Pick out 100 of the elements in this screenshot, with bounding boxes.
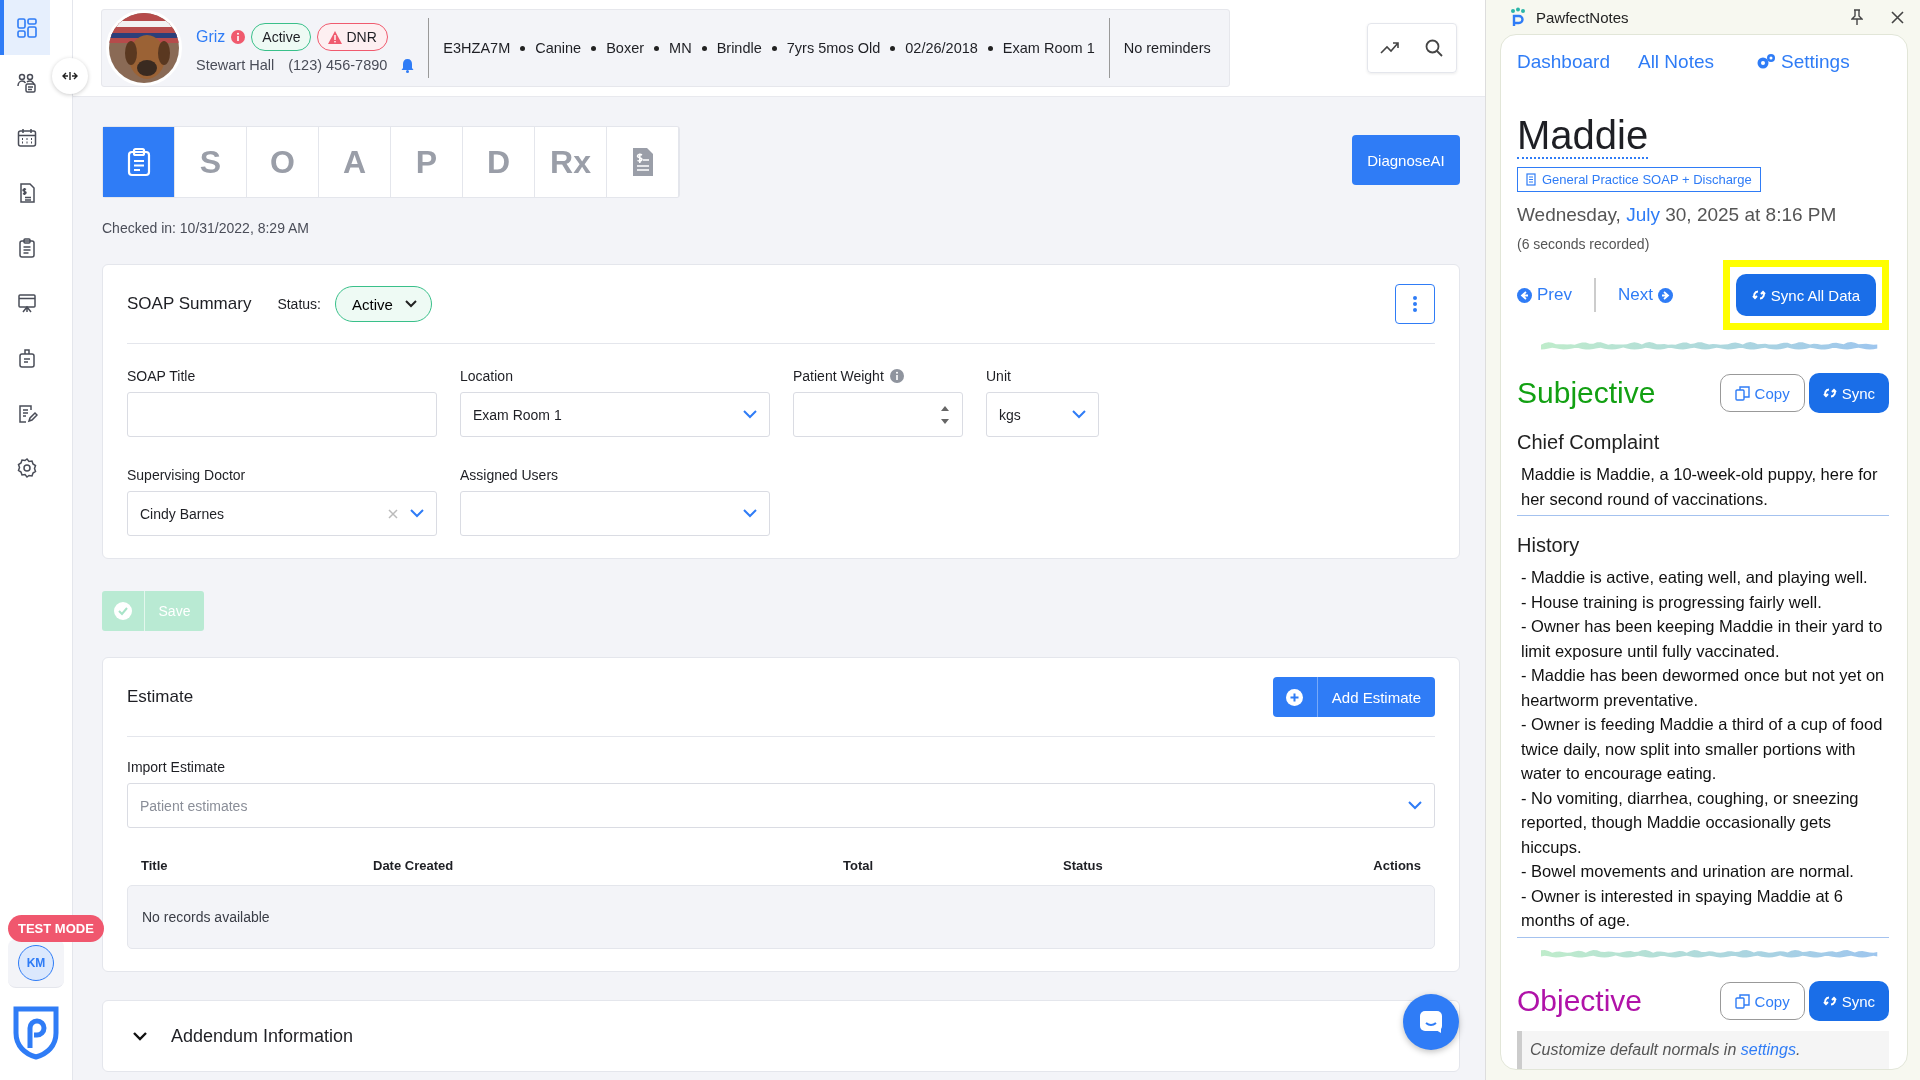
search-icon [1425, 39, 1443, 57]
soap-tab[interactable]: A [319, 127, 391, 197]
column-header: Status [1063, 858, 1104, 873]
field-label: Supervising Doctor [127, 467, 246, 483]
clipboard-bag-icon [16, 346, 38, 369]
info-icon [889, 369, 904, 383]
close-icon[interactable] [1891, 10, 1904, 24]
separator-dot [591, 45, 597, 51]
separator-dot [771, 45, 777, 51]
chevron-icon[interactable] [133, 1031, 147, 1041]
bell-icon [401, 57, 415, 73]
sync-button[interactable]: Sync [1808, 981, 1889, 1021]
chevron-icon [1072, 410, 1086, 419]
card-title: Addendum Information [171, 1025, 354, 1047]
arrow-left-icon [1517, 287, 1532, 303]
add-estimate-button[interactable]: Add Estimate [1272, 677, 1435, 717]
patient-detail: 02/26/2018 [905, 40, 978, 56]
prev-button[interactable]: Prev [1517, 285, 1572, 305]
field-label: Patient Weight [793, 368, 884, 384]
section-title: Subjective [1517, 376, 1656, 411]
paw-icon [1510, 7, 1526, 27]
number-field[interactable] [793, 392, 963, 437]
soap-tab[interactable]: S [175, 127, 247, 197]
sync-icon [1751, 289, 1766, 301]
info-icon [231, 30, 246, 44]
patient-detail: Exam Room 1 [1002, 40, 1095, 56]
text-field[interactable] [127, 392, 437, 437]
column-header: Date Created [373, 858, 455, 873]
nav-link[interactable]: Dashboard [1517, 51, 1610, 73]
chevron-icon [410, 509, 424, 518]
separator-dot [701, 45, 707, 51]
note-paragraph: - Bowel movements and urination are normal. [1521, 861, 1855, 883]
template-button[interactable]: General Practice SOAP + Discharge [1517, 167, 1761, 192]
note-date: Wednesday, July 30, 2025 at 8:16 PM [1517, 204, 1838, 226]
settings-icon [16, 456, 38, 479]
note-paragraph: - Maddie has been dewormed once but not yet on heartworm preventative. [1521, 665, 1886, 711]
select-field[interactable]: Patient estimates [127, 783, 1435, 828]
sidebar-item[interactable] [0, 0, 50, 55]
copy-button[interactable]: Copy [1719, 982, 1805, 1020]
patient-name: Maddie [1517, 113, 1649, 159]
note-paragraph: - No vomiting, diarrhea, coughing, or sneezing reported, though Maddie occasionally gets hiccups. [1521, 787, 1860, 858]
select-field[interactable]: kgs [986, 392, 1099, 437]
app-title: PawfectNotes [1536, 8, 1629, 26]
trend-icon [1380, 41, 1400, 55]
sync-button[interactable]: Sync [1808, 373, 1889, 414]
owner-name: Stewart Hall [196, 57, 275, 73]
copy-icon [1734, 993, 1750, 1009]
soap-tab[interactable]: D [463, 127, 535, 197]
status-dropdown[interactable]: Active [335, 286, 432, 322]
note-paragraph: - House training is progressing fairly well. [1521, 591, 1823, 613]
chevron-icon [1408, 801, 1422, 810]
document-icon [1526, 173, 1536, 186]
alert-badge: DNR [317, 23, 388, 51]
card-title: SOAP Summary [127, 294, 252, 314]
select-field[interactable]: Cindy Barnes [127, 491, 437, 536]
warning-icon [328, 30, 343, 44]
separator-dot [987, 45, 993, 51]
reminders-text: No reminders [1123, 40, 1211, 56]
separator-dot [890, 45, 896, 51]
field-label: Location [460, 368, 513, 384]
recording-length: (6 seconds recorded) [1517, 236, 1651, 252]
more-button[interactable] [1395, 284, 1435, 324]
more-icon [1413, 296, 1417, 312]
field-label: Assigned Users [460, 467, 559, 483]
soap-tab[interactable]: Rx [535, 127, 607, 197]
status-badge: Active [251, 23, 312, 51]
section-title: Objective [1517, 984, 1643, 1018]
dashboard-icon [16, 16, 38, 39]
copy-button[interactable]: Copy [1719, 374, 1805, 413]
field-label: SOAP Title [127, 368, 196, 384]
patient-name[interactable]: Griz [196, 28, 226, 46]
diagnose-button[interactable]: DiagnoseAI [1352, 135, 1460, 185]
nav-link[interactable]: Settings [1756, 51, 1850, 73]
settings-link[interactable]: settings [1740, 1041, 1796, 1058]
note-paragraph: - Owner has been keeping Maddie in their yard to limit exposure until fully vaccinated. [1521, 616, 1884, 662]
checked-in-text: Checked in: 10/31/2022, 8:29 AM [102, 220, 311, 236]
select-field[interactable]: Exam Room 1 [460, 392, 770, 437]
clipboard-icon [126, 147, 151, 177]
next-button[interactable]: Next [1617, 285, 1673, 305]
gears-icon [1756, 53, 1776, 71]
select-field[interactable] [460, 491, 770, 536]
people-icon [16, 71, 38, 94]
pin-icon[interactable] [1851, 9, 1863, 25]
hint-text: Customize default normals in settings. [1530, 1041, 1801, 1058]
note-paragraph: - Owner is interested in spaying Maddie at 6 months of age. [1521, 885, 1844, 932]
separator-dot [654, 45, 660, 51]
chat-icon [1419, 1010, 1443, 1034]
field-label: Unit [986, 368, 1011, 384]
sync-all-button[interactable]: Sync All Data [1735, 274, 1876, 316]
chevron-icon [743, 410, 757, 419]
soap-tab[interactable]: O [247, 127, 319, 197]
soap-tab[interactable] [103, 127, 175, 197]
soap-tab[interactable]: P [391, 127, 463, 197]
column-header: Total [843, 858, 875, 873]
patient-detail: E3HZA7M [443, 40, 511, 56]
user-avatar[interactable]: KM [18, 945, 54, 981]
copy-icon [1734, 385, 1750, 401]
nav-link[interactable]: All Notes [1637, 51, 1714, 73]
note-paragraph: - Owner is feeding Maddie a third of a cup of food twice daily, now split into smaller portions with water to encourage eating. [1521, 714, 1884, 785]
patient-detail: Boxer [606, 40, 645, 56]
